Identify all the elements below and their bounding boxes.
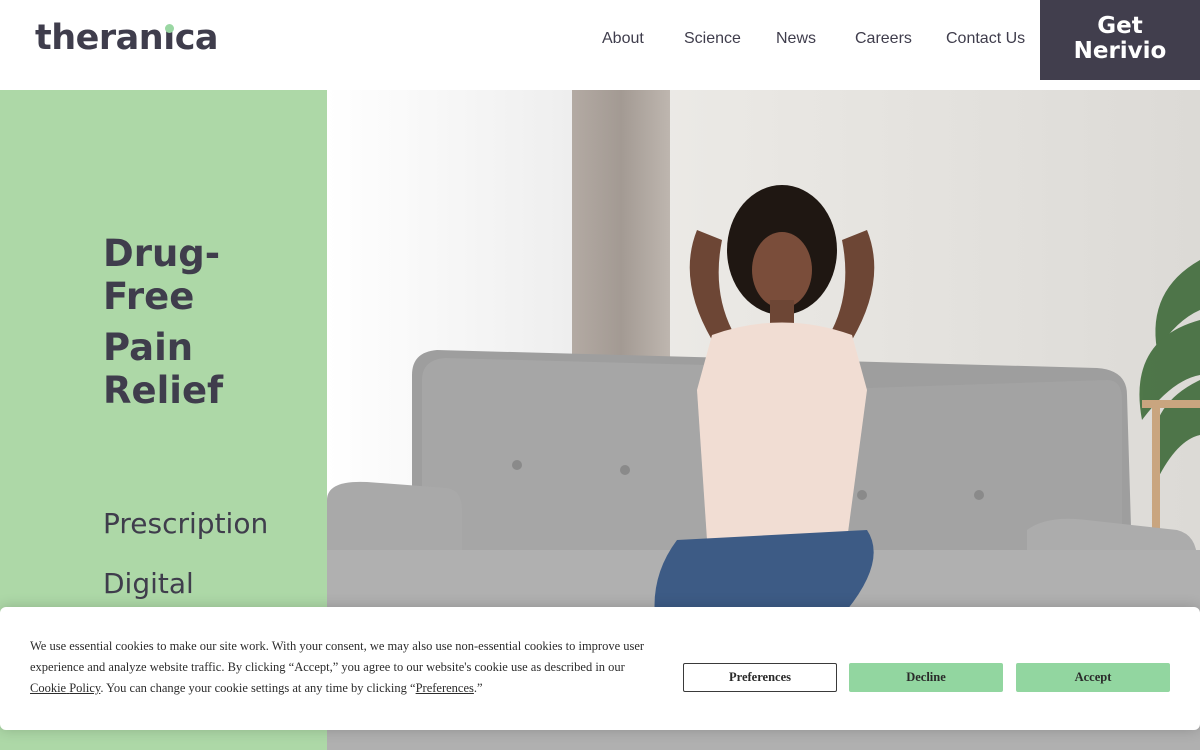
headline-line: Pain <box>103 326 223 369</box>
nav-news[interactable]: News <box>776 30 816 48</box>
cta-line-2: Nerivio <box>1040 39 1200 64</box>
decline-button[interactable]: Decline <box>849 663 1003 692</box>
nav-science[interactable]: Science <box>684 30 741 48</box>
cookie-consent-banner: We use essential cookies to make our sit… <box>0 607 1200 730</box>
nav-about[interactable]: About <box>602 30 644 48</box>
hero-headline-pain-relief: Pain Relief <box>103 326 223 412</box>
cookie-policy-link-word: Policy <box>69 681 100 695</box>
logo-leaf-icon <box>165 24 174 33</box>
hero-subline-digital: Digital <box>103 567 194 600</box>
site-header: theranıca About Science News Careers Con… <box>0 0 1200 90</box>
hero-headline-drug-free: Drug- Free <box>103 232 220 318</box>
headline-line: Relief <box>103 369 223 412</box>
nav-careers[interactable]: Careers <box>855 30 912 48</box>
hero-subline-prescription: Prescription <box>103 507 268 540</box>
get-nerivio-button[interactable]: Get Nerivio <box>1040 0 1200 80</box>
preferences-link[interactable]: Preferences <box>416 681 474 695</box>
theranica-logo[interactable]: theranıca <box>35 18 218 58</box>
cookie-text-part: . You can change your cookie settings at… <box>100 681 415 695</box>
headline-line: Free <box>103 275 220 318</box>
logo-i: ı <box>163 18 175 58</box>
nav-contact-us[interactable]: Contact Us <box>946 30 1025 48</box>
cookie-message: We use essential cookies to make our sit… <box>30 636 645 699</box>
logo-text-start: theran <box>35 18 163 58</box>
headline-line: Drug- <box>103 232 220 275</box>
cookie-policy-link[interactable]: Cookie Policy <box>30 681 100 695</box>
cookie-text-part: We use essential cookies to make our sit… <box>30 639 644 674</box>
cookie-text-part: .” <box>474 681 483 695</box>
logo-text-end: ca <box>175 18 218 58</box>
cta-line-1: Get <box>1040 14 1200 39</box>
cookie-policy-link-word: Cookie <box>30 681 66 695</box>
preferences-button[interactable]: Preferences <box>683 663 837 692</box>
accept-button[interactable]: Accept <box>1016 663 1170 692</box>
